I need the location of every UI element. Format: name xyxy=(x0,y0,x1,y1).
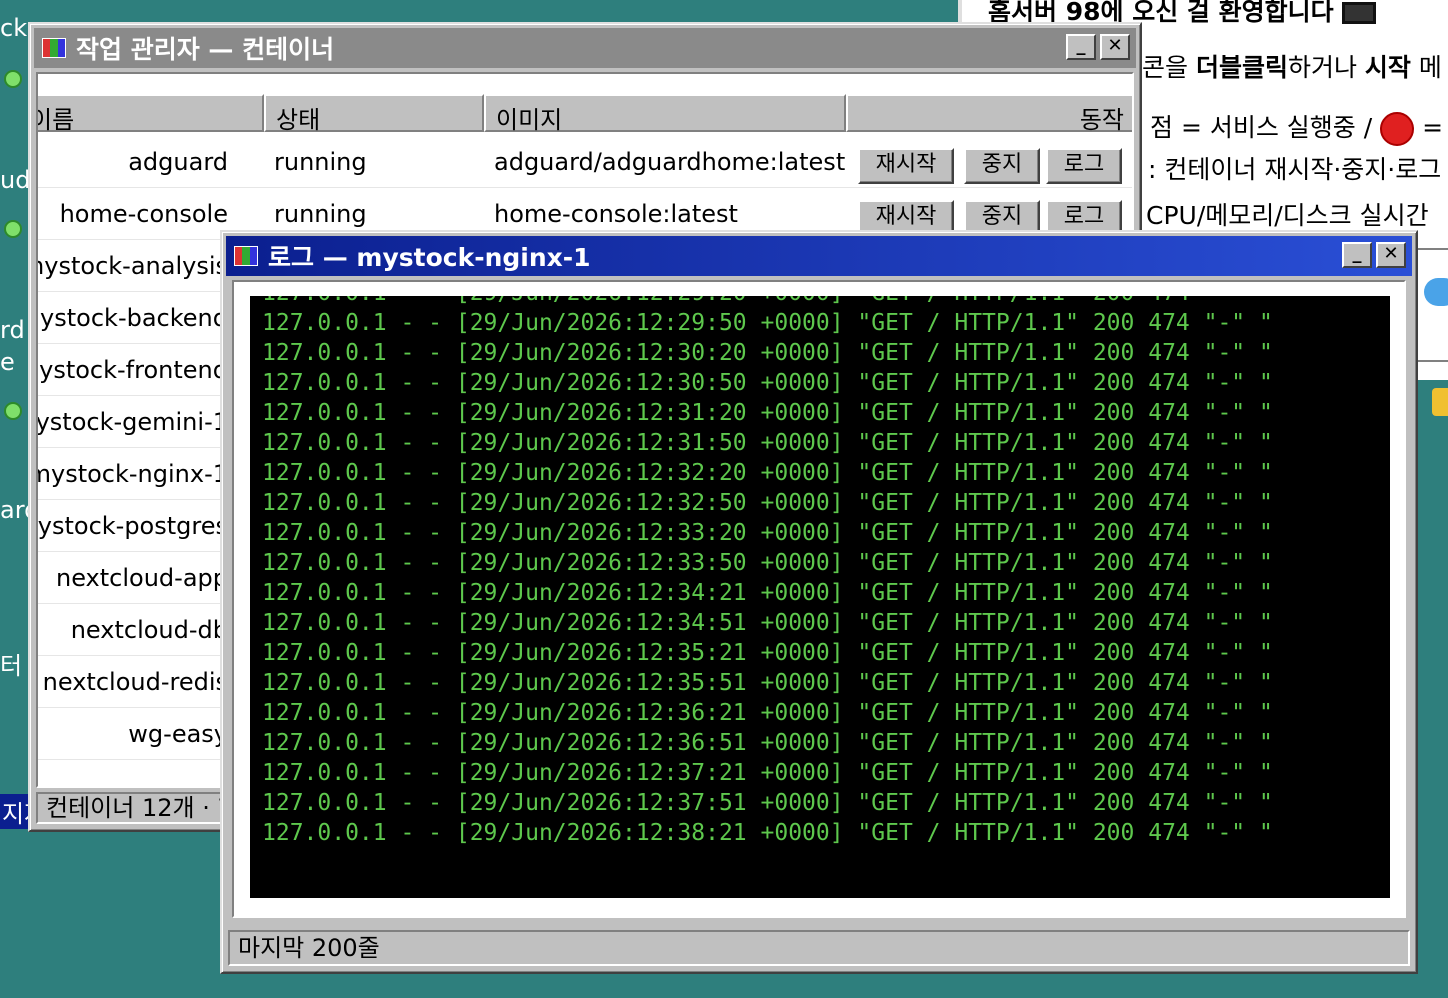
log-titlebar[interactable]: 로그 — mystock-nginx-1 _ ✕ xyxy=(226,236,1412,276)
log-line: 127.0.0.1 - - [29/Jun/2026:12:30:20 +000… xyxy=(262,340,1273,366)
log-line: 127.0.0.1 - - [29/Jun/2026:12:31:20 +000… xyxy=(262,400,1273,426)
task-manager-title: 작업 관리자 — 컨테이너 xyxy=(76,35,335,64)
container-image: adguard/adguardhome:latest xyxy=(494,148,846,176)
task-manager-titlebar[interactable]: 작업 관리자 — 컨테이너 _ ✕ xyxy=(34,28,1136,68)
log-lines: 127.0.0.1 - - [29/Jun/2026:12:29:20 +000… xyxy=(262,296,1273,848)
close-button[interactable]: ✕ xyxy=(1100,34,1130,60)
container-image: home-console:latest xyxy=(494,200,738,228)
status-dot-icon xyxy=(4,402,22,420)
log-line: 127.0.0.1 - - [29/Jun/2026:12:36:51 +000… xyxy=(262,730,1273,756)
welcome-feature-containers: : 컨테이너 재시작·중지·로그 xyxy=(1148,155,1442,184)
log-button[interactable]: 로그 xyxy=(1046,148,1122,184)
container-name: mystock-backend xyxy=(36,304,228,332)
log-line: 127.0.0.1 - - [29/Jun/2026:12:30:50 +000… xyxy=(262,370,1273,396)
desktop-icon-label[interactable]: ud xyxy=(0,166,30,194)
container-name: mystock-nginx-1 xyxy=(36,460,228,488)
welcome-legend: 점 = 서비스 실행중 / = xyxy=(1150,108,1443,146)
log-title: 로그 — mystock-nginx-1 xyxy=(268,243,591,272)
cloud-icon[interactable] xyxy=(1424,278,1448,306)
log-line: 127.0.0.1 - - [29/Jun/2026:12:31:50 +000… xyxy=(262,430,1273,456)
log-line: 127.0.0.1 - - [29/Jun/2026:12:37:51 +000… xyxy=(262,790,1273,816)
status-dot-icon xyxy=(4,220,22,238)
log-line: 127.0.0.1 - - [29/Jun/2026:12:32:20 +000… xyxy=(262,460,1273,486)
lock-icon[interactable] xyxy=(1432,388,1448,416)
container-name: nextcloud-redis xyxy=(42,668,228,696)
welcome-feature-monitor: CPU/메모리/디스크 실시간 xyxy=(1146,201,1429,230)
log-line: 127.0.0.1 - - [29/Jun/2026:12:37:21 +000… xyxy=(262,760,1273,786)
container-name: adguard xyxy=(128,148,228,176)
desktop-icon-label[interactable]: ck xyxy=(0,14,27,42)
desktop-icon-label[interactable]: rd xyxy=(0,316,25,344)
log-panel: 127.0.0.1 - - [29/Jun/2026:12:29:20 +000… xyxy=(232,280,1406,918)
desktop-icon-label[interactable]: 터 xyxy=(0,646,22,681)
container-name: mystock-postgres xyxy=(37,512,228,540)
log-status-bar: 마지막 200줄 xyxy=(228,930,1410,966)
container-status: running xyxy=(274,148,367,176)
task-manager-app-icon xyxy=(42,38,66,58)
status-dot-icon xyxy=(4,70,22,88)
container-name: mystock-analysis xyxy=(36,252,228,280)
column-header-status[interactable]: 상태 xyxy=(264,94,484,134)
log-line: 127.0.0.1 - - [29/Jun/2026:12:34:21 +000… xyxy=(262,580,1273,606)
restart-button[interactable]: 재시작 xyxy=(858,148,954,184)
log-line: 127.0.0.1 - - [29/Jun/2026:12:29:20 +000… xyxy=(262,296,1273,308)
table-row[interactable]: adguard running adguard/adguardhome:latest… xyxy=(38,136,1132,188)
log-app-icon xyxy=(234,246,258,266)
welcome-instructions: 콘을 더블클릭하거나 시작 메 xyxy=(1142,53,1442,82)
container-name: nextcloud-app xyxy=(56,564,228,592)
monitor-icon xyxy=(1341,2,1376,24)
log-line: 127.0.0.1 - - [29/Jun/2026:12:35:51 +000… xyxy=(262,670,1273,696)
log-line: 127.0.0.1 - - [29/Jun/2026:12:32:50 +000… xyxy=(262,490,1273,516)
container-name: home-console xyxy=(59,200,228,228)
log-line: 127.0.0.1 - - [29/Jun/2026:12:29:50 +000… xyxy=(262,310,1273,336)
log-line: 127.0.0.1 - - [29/Jun/2026:12:38:21 +000… xyxy=(262,820,1273,846)
log-line: 127.0.0.1 - - [29/Jun/2026:12:36:21 +000… xyxy=(262,700,1273,726)
table-header: 이름 상태 이미지 동작 xyxy=(38,94,1132,134)
close-button[interactable]: ✕ xyxy=(1376,242,1406,268)
log-line: 127.0.0.1 - - [29/Jun/2026:12:34:51 +000… xyxy=(262,610,1273,636)
minimize-button[interactable]: _ xyxy=(1066,34,1096,60)
minimize-button[interactable]: _ xyxy=(1342,242,1372,268)
log-window: 로그 — mystock-nginx-1 _ ✕ 127.0.0.1 - - [… xyxy=(220,230,1418,974)
container-name: nextcloud-db xyxy=(70,616,228,644)
log-console[interactable]: 127.0.0.1 - - [29/Jun/2026:12:29:20 +000… xyxy=(250,296,1390,898)
container-status: running xyxy=(274,200,367,228)
container-name: mystock-frontend xyxy=(36,356,228,384)
column-header-image[interactable]: 이미지 xyxy=(484,94,846,134)
log-line: 127.0.0.1 - - [29/Jun/2026:12:35:21 +000… xyxy=(262,640,1273,666)
desktop-icon-label[interactable]: e xyxy=(0,348,15,376)
column-header-name[interactable]: 이름 xyxy=(38,94,264,134)
log-line: 127.0.0.1 - - [29/Jun/2026:12:33:20 +000… xyxy=(262,520,1273,546)
red-dot-icon xyxy=(1380,112,1415,146)
log-line: 127.0.0.1 - - [29/Jun/2026:12:33:50 +000… xyxy=(262,550,1273,576)
container-name: wg-easy xyxy=(128,720,228,748)
column-header-actions[interactable]: 동작 xyxy=(846,94,1132,134)
stop-button[interactable]: 중지 xyxy=(964,148,1040,184)
container-name: mystock-gemini-1 xyxy=(36,408,228,436)
